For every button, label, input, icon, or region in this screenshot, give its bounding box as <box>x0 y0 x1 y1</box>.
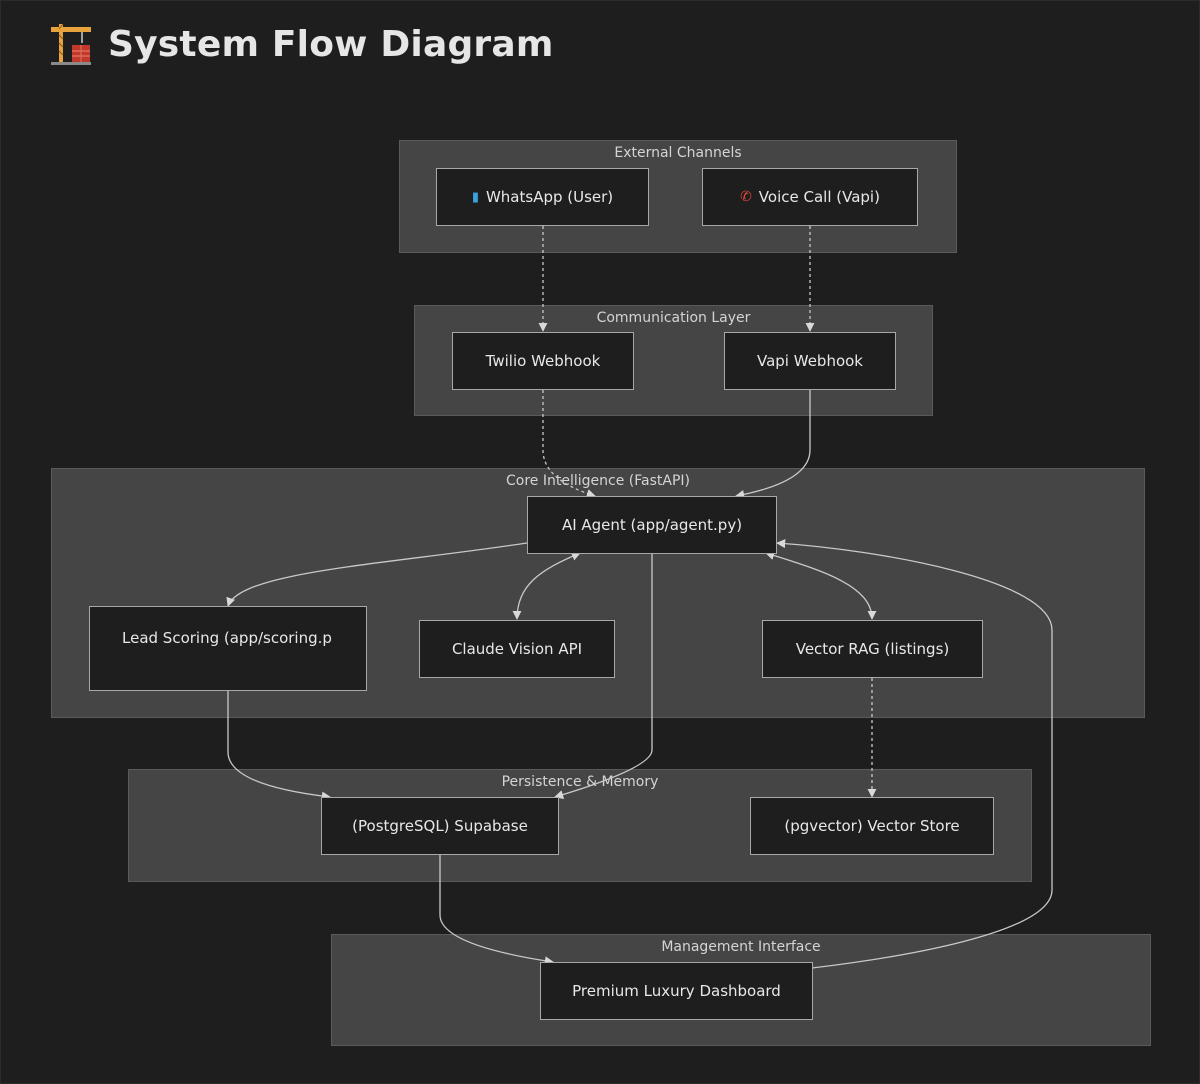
group-label: Persistence & Memory <box>501 774 659 790</box>
telephone-receiver-icon: ✆ <box>740 189 752 205</box>
group-label: Communication Layer <box>596 310 751 326</box>
node-label: Vapi Webhook <box>757 352 863 370</box>
node-label: Claude Vision API <box>451 640 583 658</box>
node-label: Lead Scoring (app/scoring.p <box>122 629 332 647</box>
node-lead-scoring[interactable]: Lead Scoring (app/scoring.p <box>89 606 367 691</box>
node-label: Premium Luxury Dashboard <box>572 982 781 1000</box>
group-label: Core Intelligence (FastAPI) <box>506 473 690 489</box>
node-vapi-webhook[interactable]: Vapi Webhook <box>724 332 896 390</box>
group-label: Management Interface <box>661 939 821 955</box>
node-voice-call[interactable]: ✆ Voice Call (Vapi) <box>702 168 918 226</box>
group-label: External Channels <box>614 145 742 161</box>
mobile-phone-icon: ▮ <box>471 189 479 205</box>
page-title: System Flow Diagram <box>108 23 554 65</box>
node-label: (pgvector) Vector Store <box>784 817 960 835</box>
node-supabase[interactable]: (PostgreSQL) Supabase <box>321 797 559 855</box>
node-twilio-webhook[interactable]: Twilio Webhook <box>452 332 634 390</box>
construction-crane-icon <box>51 23 91 65</box>
node-label: Vector RAG (listings) <box>795 640 950 658</box>
node-label: Voice Call (Vapi) <box>758 188 880 206</box>
page-header: System Flow Diagram <box>48 20 554 68</box>
node-claude-vision[interactable]: Claude Vision API <box>419 620 615 678</box>
node-vector-rag[interactable]: Vector RAG (listings) <box>762 620 983 678</box>
node-vector-store[interactable]: (pgvector) Vector Store <box>750 797 994 855</box>
node-label: Twilio Webhook <box>485 352 601 370</box>
node-label: (PostgreSQL) Supabase <box>352 817 528 835</box>
node-label: WhatsApp (User) <box>485 188 614 206</box>
node-dashboard[interactable]: Premium Luxury Dashboard <box>540 962 813 1020</box>
node-whatsapp[interactable]: ▮ WhatsApp (User) <box>436 168 649 226</box>
node-ai-agent[interactable]: AI Agent (app/agent.py) <box>527 496 777 554</box>
node-label: AI Agent (app/agent.py) <box>561 516 743 534</box>
